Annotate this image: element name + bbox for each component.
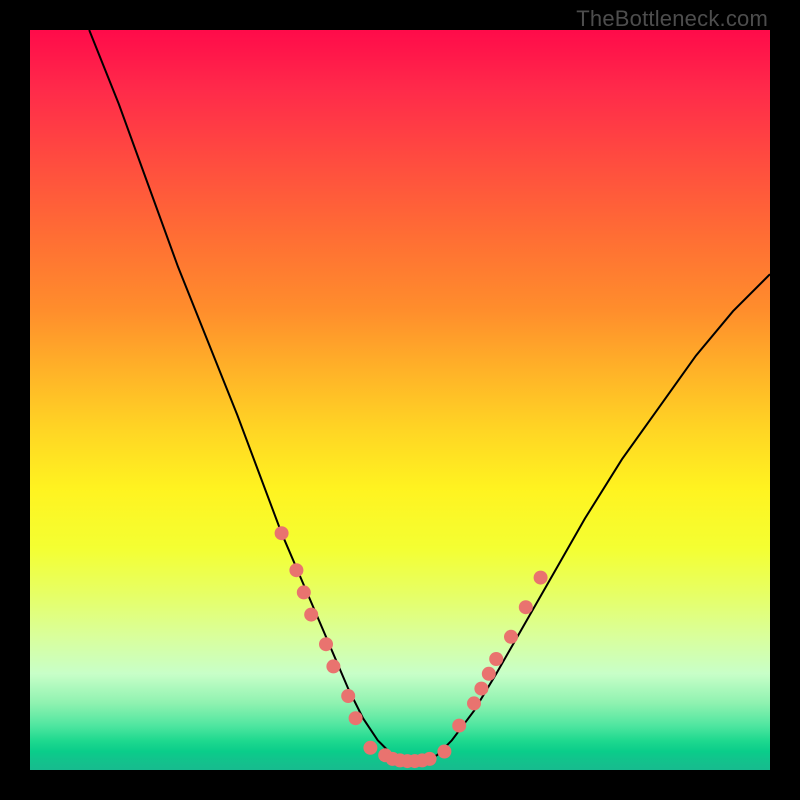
marker-dot	[534, 571, 548, 585]
marker-dot	[319, 637, 333, 651]
marker-dot	[467, 696, 481, 710]
marker-dot	[437, 745, 451, 759]
marker-dot	[304, 608, 318, 622]
marker-dot	[423, 752, 437, 766]
marker-dot	[289, 563, 303, 577]
marker-dots	[275, 526, 548, 768]
marker-dot	[474, 682, 488, 696]
marker-dot	[297, 585, 311, 599]
marker-dot	[341, 689, 355, 703]
marker-dot	[275, 526, 289, 540]
marker-dot	[482, 667, 496, 681]
marker-dot	[489, 652, 503, 666]
curve-layer	[30, 30, 770, 770]
chart-frame: TheBottleneck.com	[0, 0, 800, 800]
marker-dot	[326, 659, 340, 673]
marker-dot	[504, 630, 518, 644]
marker-dot	[519, 600, 533, 614]
v-curve-path	[89, 30, 770, 763]
watermark-text: TheBottleneck.com	[576, 6, 768, 32]
marker-dot	[349, 711, 363, 725]
marker-dot	[452, 719, 466, 733]
marker-dot	[363, 741, 377, 755]
